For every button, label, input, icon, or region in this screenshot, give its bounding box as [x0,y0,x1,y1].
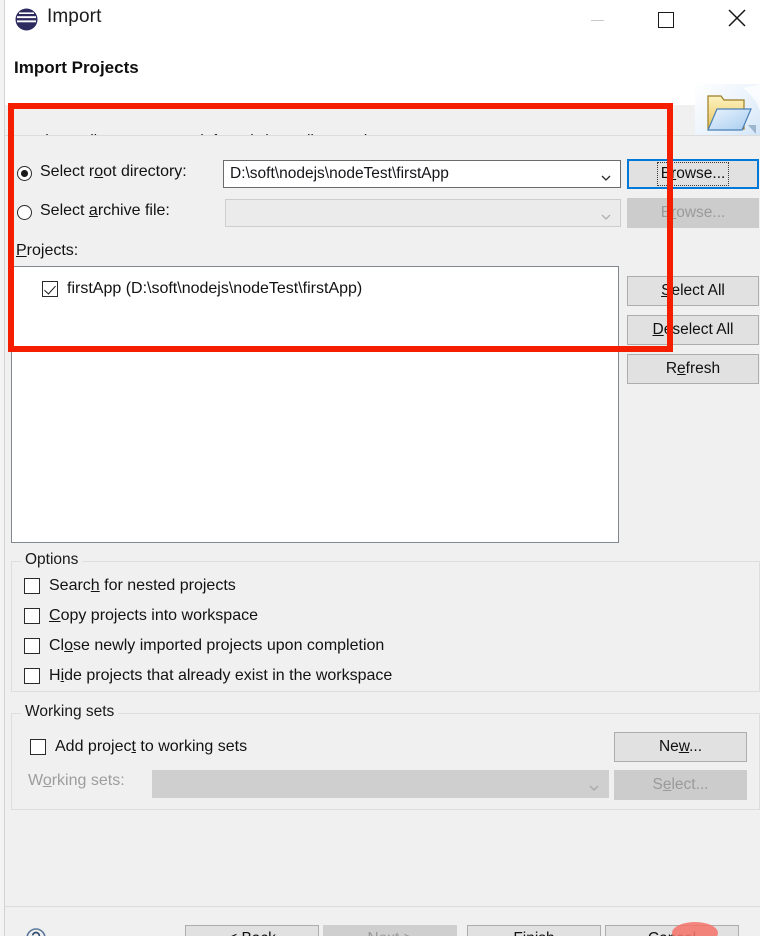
refresh-label: Refresh [665,360,721,377]
next-label: Next > [367,930,412,936]
working-sets-combo [152,770,609,798]
root-directory-combo[interactable]: D:\soft\nodejs\nodeTest\firstApp [223,160,621,188]
working-sets-group: Working sets Add project to working sets… [11,703,760,810]
finish-label: Finish [513,930,554,936]
chevron-down-icon [601,170,611,181]
finish-button[interactable]: Finish [467,925,601,936]
select-all-button[interactable]: Select All [627,276,759,306]
new-working-set-label: New... [658,738,703,755]
title-bar: Import [5,0,760,40]
chevron-down-icon-archive [601,209,611,220]
working-sets-group-title: Working sets [21,703,119,721]
radio-indicator-root-dir [17,166,32,181]
new-working-set-button[interactable]: New... [614,732,747,762]
deselect-all-button[interactable]: Deselect All [627,315,759,345]
checkbox-add-to-working-sets[interactable] [30,739,46,755]
checkbox-close-imported[interactable] [24,638,40,654]
projects-list[interactable]: firstApp (D:\soft\nodejs\nodeTest\firstA… [11,266,619,543]
archive-file-combo [225,199,621,227]
browse-archive-file-label: Browse... [660,204,726,221]
maximize-button[interactable] [643,0,689,40]
chevron-down-icon-working-sets [589,780,599,791]
back-button[interactable]: < Back [185,925,319,936]
select-root-directory-radio[interactable]: Select root directory: [17,161,227,189]
list-item[interactable]: firstApp (D:\soft\nodejs\nodeTest\firstA… [42,277,362,301]
option-hide-existing-projects[interactable]: Hide projects that already exist in the … [24,664,392,688]
option-copy-projects[interactable]: Copy projects into workspace [24,604,258,628]
options-group: Options Search for nested projects Copy … [11,551,760,692]
option-close-imported-projects[interactable]: Close newly imported projects upon compl… [24,634,384,658]
refresh-button[interactable]: Refresh [627,354,759,384]
checkbox-copy-projects[interactable] [24,608,40,624]
select-working-set-label: Select... [652,776,709,793]
close-button[interactable] [714,0,760,40]
dialog-button-bar: < Back Next > Finish Cancel [5,907,760,936]
maximize-icon [658,12,674,28]
working-sets-combo-label: Working sets: [28,772,125,789]
options-group-title: Options [21,551,83,569]
project-label: firstApp (D:\soft\nodejs\nodeTest\firstA… [67,280,363,297]
minimize-icon [590,19,604,21]
deselect-all-label: Deselect All [652,321,734,338]
option-search-nested-label: Search for nested projects [49,577,236,594]
minimize-button[interactable] [574,0,620,40]
option-hide-existing-label: Hide projects that already exist in the … [49,667,393,684]
close-icon [727,8,747,33]
page-title: Import Projects [14,58,139,77]
eclipse-logo-icon [14,7,39,32]
select-all-label: Select All [661,282,725,299]
select-archive-file-label: Select archive file: [40,202,170,219]
dialog-body: Select root directory: D:\soft\nodejs\no… [5,136,760,936]
option-close-imported-label: Close newly imported projects upon compl… [49,637,385,654]
back-label: < Back [228,930,276,936]
select-working-set-button: Select... [614,770,747,800]
add-project-to-working-sets-checkbox-row[interactable]: Add project to working sets [30,735,247,759]
next-button: Next > [323,925,457,936]
projects-label: Projects: [16,242,79,259]
wizard-banner: Import Projects [5,40,760,149]
select-archive-file-radio[interactable]: Select archive file: [17,200,217,228]
add-project-to-working-sets-label: Add project to working sets [55,738,248,755]
checkbox-hide-existing[interactable] [24,668,40,684]
radio-indicator-archive-file [17,205,32,220]
checkbox-search-nested[interactable] [24,578,40,594]
project-checkbox[interactable] [42,281,58,297]
browse-root-directory-label: Browse... [656,162,730,186]
browse-root-directory-button[interactable]: Browse... [627,159,759,189]
import-projects-dialog: Import Import Projects Select root direc… [0,0,760,936]
root-directory-value: D:\soft\nodejs\nodeTest\firstApp [230,165,449,182]
option-search-nested-projects[interactable]: Search for nested projects [24,574,236,598]
option-copy-projects-label: Copy projects into workspace [49,607,258,624]
help-icon[interactable] [25,927,47,936]
select-root-directory-label: Select root directory: [40,163,187,180]
window-title: Import [47,6,102,27]
browse-archive-file-button: Browse... [627,198,759,228]
